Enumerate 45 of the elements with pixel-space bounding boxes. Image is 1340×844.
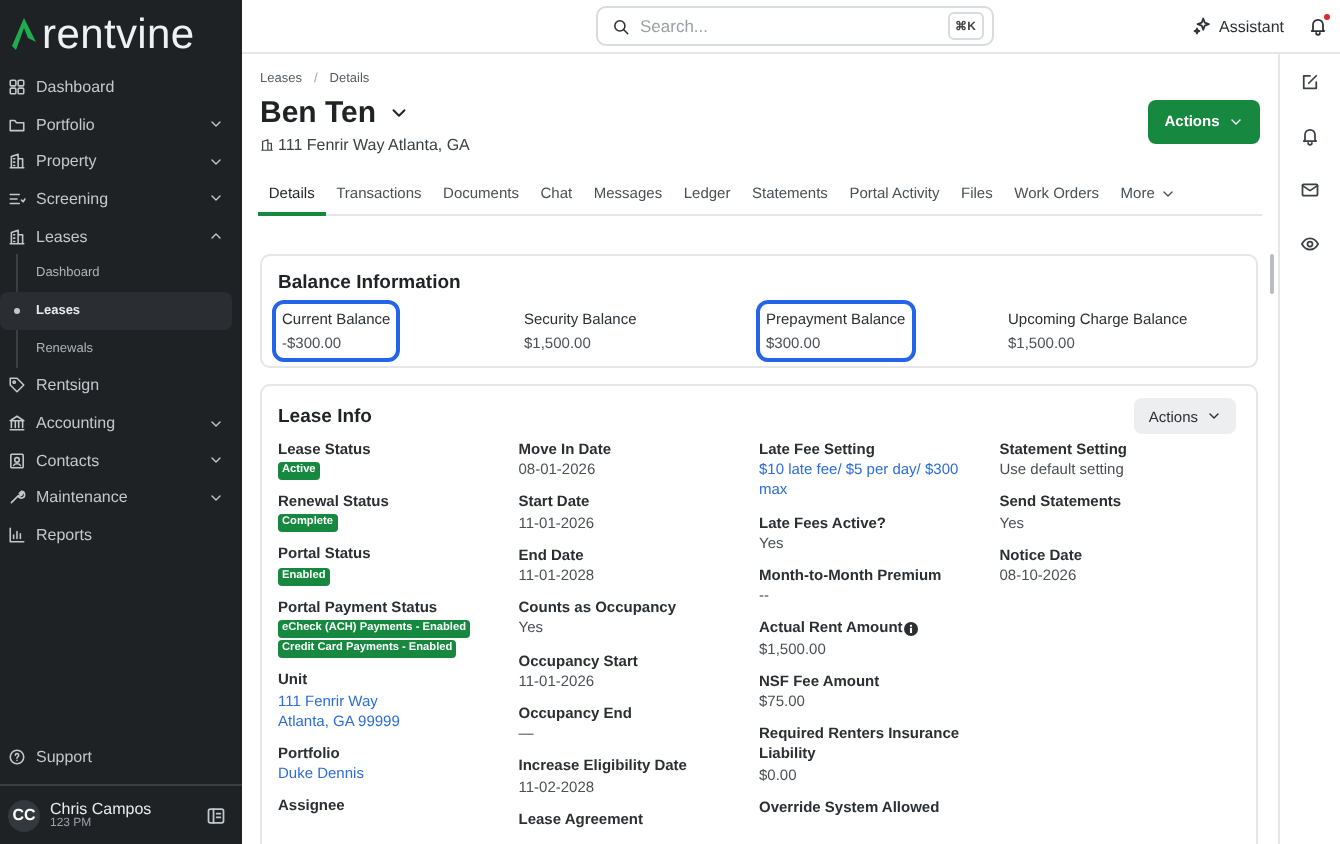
lease-address: 111 Fenrir Way Atlanta, GA (278, 136, 470, 154)
lease-title: Ben Ten (260, 96, 377, 130)
nav-item[interactable]: Screening (0, 180, 242, 218)
panel-toggle-icon[interactable] (206, 805, 226, 825)
search-icon (612, 17, 630, 35)
bell-icon[interactable] (1300, 126, 1320, 146)
list-icon (8, 189, 26, 208)
card-title: Lease Info (278, 405, 372, 427)
notifications-button[interactable] (1308, 16, 1328, 36)
support-link[interactable]: Support (0, 738, 242, 774)
nav-item[interactable]: Leases (0, 217, 242, 255)
sparkle-icon (1191, 16, 1212, 36)
chevron-icon (1206, 408, 1222, 424)
wrench-icon (8, 488, 26, 507)
building-icon (8, 152, 26, 171)
leaf-logo-icon (12, 18, 36, 50)
scrollbar[interactable] (1270, 254, 1274, 294)
bullet-icon (14, 308, 20, 315)
tag-icon (8, 376, 26, 395)
grid-icon (8, 77, 26, 96)
info-icon[interactable] (904, 622, 919, 637)
logo-wordmark: rentvine (42, 13, 195, 55)
bank-icon (8, 414, 26, 433)
nav-item[interactable]: Accounting (0, 404, 242, 442)
building-icon (260, 138, 274, 152)
nav-item[interactable]: Property (0, 142, 242, 181)
help-circle-icon (8, 747, 26, 765)
folder-icon (8, 115, 26, 134)
bell-icon (1308, 16, 1328, 36)
card-title: Balance Information (278, 272, 463, 294)
nav-item[interactable]: Rentsign (0, 367, 242, 405)
nav-item[interactable]: Contacts (0, 441, 242, 480)
user-name: Chris Campos (50, 800, 154, 818)
assistant-button[interactable]: Assistant (1191, 16, 1284, 36)
contact-card-icon (8, 451, 26, 470)
eye-icon[interactable] (1300, 234, 1320, 254)
nav-item[interactable]: Reports (0, 516, 242, 554)
user-avatar[interactable]: CC (8, 799, 40, 831)
mail-icon[interactable] (1300, 180, 1320, 200)
nav-item[interactable]: Portfolio (0, 105, 242, 143)
bar-chart-icon (8, 526, 26, 545)
edit-icon[interactable] (1300, 72, 1320, 92)
nav-item[interactable]: Maintenance (0, 479, 242, 517)
building-icon (8, 227, 26, 246)
nav-item[interactable]: Dashboard (0, 68, 242, 106)
